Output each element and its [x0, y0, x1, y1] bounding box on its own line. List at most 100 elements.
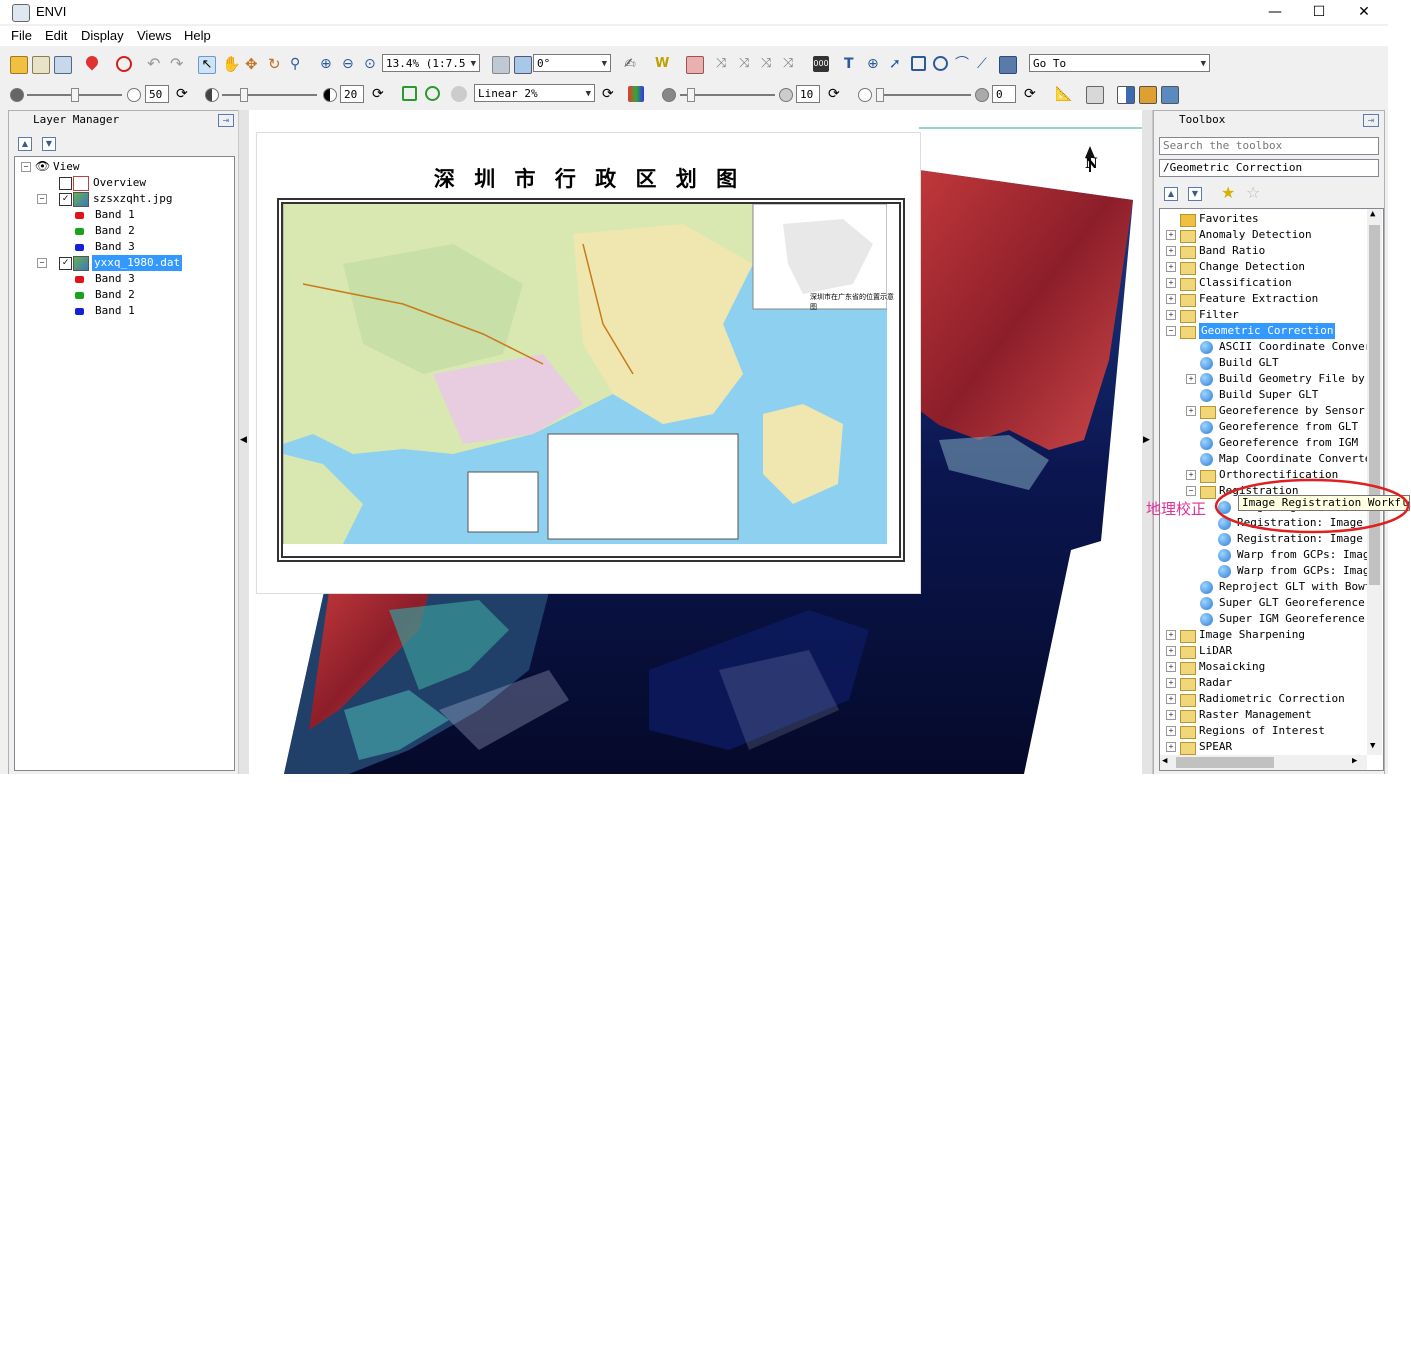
- sharpen-input[interactable]: 10: [796, 85, 820, 103]
- toolbox-item[interactable]: + SPEAR: [1160, 739, 1365, 755]
- flicker-icon[interactable]: ⤨: [739, 56, 755, 72]
- image-view[interactable]: N 深 圳 市 行 政 区 划 图 深圳市在广东省的位置示意图: [249, 110, 1142, 774]
- collapse-toggle[interactable]: −: [37, 258, 47, 268]
- redo-icon[interactable]: ↷: [170, 56, 186, 72]
- brightness-slider-handle[interactable]: [71, 88, 79, 102]
- toolbox-vertical-scrollbar[interactable]: ▲ ▼: [1367, 209, 1382, 755]
- toolbox-item[interactable]: + Georeference by Sensor: [1160, 403, 1365, 419]
- expand-toggle[interactable]: +: [1186, 470, 1196, 480]
- counter-icon[interactable]: 000: [813, 56, 829, 72]
- collapse-right-icon[interactable]: ▶: [1143, 435, 1150, 445]
- dock-panel-icon[interactable]: ⇥: [218, 114, 234, 127]
- minimize-button[interactable]: —: [1252, 0, 1298, 24]
- expand-toggle[interactable]: +: [1166, 694, 1176, 704]
- reset-brightness-icon[interactable]: ⟳: [176, 86, 192, 102]
- crosshair-icon[interactable]: [116, 56, 132, 72]
- expand-toggle[interactable]: +: [1166, 662, 1176, 672]
- pan-hand-icon[interactable]: ✋: [222, 56, 241, 72]
- close-button[interactable]: ✕: [1341, 0, 1387, 24]
- symbol-annotation-icon[interactable]: ⊕: [867, 56, 883, 72]
- collapse-toggle[interactable]: −: [1186, 486, 1196, 496]
- toolbox-item[interactable]: ASCII Coordinate Conver: [1160, 339, 1371, 355]
- swipe-icon[interactable]: ⤨: [716, 56, 732, 72]
- contrast-slider-track[interactable]: [222, 94, 317, 96]
- reset-transparency-icon[interactable]: ⟳: [1024, 86, 1040, 102]
- blend-icon[interactable]: ⤨: [761, 56, 777, 72]
- dock-panel-icon[interactable]: ⇥: [1363, 114, 1379, 127]
- polyline-annotation-icon[interactable]: ⟋: [977, 56, 993, 72]
- transparency-slider-track[interactable]: [876, 94, 971, 96]
- vertical-scroll-thumb[interactable]: [1369, 225, 1380, 585]
- zoom-out-icon[interactable]: ⊖: [342, 56, 358, 72]
- toolbox-horizontal-scrollbar[interactable]: ◀ ▶: [1160, 755, 1367, 770]
- right-panel-splitter[interactable]: ▶: [1142, 110, 1153, 774]
- collapse-all-icon[interactable]: ▲: [18, 137, 32, 151]
- one-view-icon[interactable]: [1117, 86, 1135, 104]
- select-cursor-icon[interactable]: ↖: [198, 56, 216, 74]
- expand-all-icon[interactable]: ▼: [1188, 187, 1202, 201]
- rotate-view-icon[interactable]: [514, 56, 532, 74]
- scroll-down-icon[interactable]: ▼: [1370, 741, 1375, 751]
- expand-toggle[interactable]: +: [1166, 246, 1176, 256]
- layer-visibility-checkbox[interactable]: ✓: [59, 257, 72, 270]
- data-manager-icon[interactable]: [32, 56, 50, 74]
- toolbox-path-field[interactable]: /Geometric Correction: [1159, 159, 1379, 177]
- toolbox-item[interactable]: + Feature Extraction: [1160, 291, 1365, 307]
- scroll-left-icon[interactable]: ◀: [1162, 756, 1167, 766]
- toolbox-item[interactable]: + Image Sharpening: [1160, 627, 1365, 643]
- toolbox-item[interactable]: Build GLT: [1160, 355, 1365, 371]
- toolbox-item[interactable]: Warp from GCPs: Imag: [1160, 563, 1369, 579]
- toolbox-item[interactable]: Build Super GLT: [1160, 387, 1365, 403]
- expand-toggle[interactable]: +: [1166, 726, 1176, 736]
- measure-icon[interactable]: 📐: [1055, 86, 1072, 102]
- toolbox-item[interactable]: Georeference from GLT: [1160, 419, 1365, 435]
- open-file-icon[interactable]: [10, 56, 28, 74]
- toolbox-item[interactable]: + LiDAR: [1160, 643, 1365, 659]
- expand-toggle[interactable]: +: [1186, 406, 1196, 416]
- expand-toggle[interactable]: +: [1166, 710, 1176, 720]
- stretch-full-icon[interactable]: [402, 86, 417, 101]
- toolbox-item[interactable]: + Anomaly Detection: [1160, 227, 1365, 243]
- undo-icon[interactable]: ↶: [147, 56, 163, 72]
- toolbox-item[interactable]: Map Coordinate Converte: [1160, 451, 1371, 467]
- collapse-all-icon[interactable]: ▲: [1164, 187, 1178, 201]
- expand-toggle[interactable]: +: [1186, 374, 1196, 384]
- toolbox-item[interactable]: Reproject GLT with Bowt: [1160, 579, 1371, 595]
- horizontal-scroll-thumb[interactable]: [1176, 757, 1274, 768]
- toolbox-item[interactable]: − Geometric Correction: [1160, 323, 1365, 339]
- layer-visibility-checkbox[interactable]: ✓: [59, 193, 72, 206]
- stretch-link-icon[interactable]: [451, 86, 467, 102]
- menu-display[interactable]: Display: [81, 28, 124, 43]
- brightness-input[interactable]: 50: [145, 85, 169, 103]
- collapse-toggle[interactable]: −: [37, 194, 47, 204]
- four-views-icon[interactable]: [1161, 86, 1179, 104]
- remove-favorite-star-icon[interactable]: ☆: [1246, 183, 1260, 202]
- transparency-slider-handle[interactable]: [876, 88, 884, 102]
- expand-toggle[interactable]: +: [1166, 278, 1176, 288]
- menu-views[interactable]: Views: [137, 28, 171, 43]
- expand-toggle[interactable]: +: [1166, 678, 1176, 688]
- roi-tool-icon[interactable]: [686, 56, 704, 74]
- stretch-view-icon[interactable]: [425, 86, 440, 101]
- toolbox-item[interactable]: Super IGM Georeference: [1160, 611, 1365, 627]
- two-views-icon[interactable]: [1139, 86, 1157, 104]
- polygon-annotation-icon[interactable]: ⌒: [955, 56, 971, 72]
- add-favorite-star-icon[interactable]: ★: [1221, 183, 1235, 202]
- rotate-north-icon[interactable]: [492, 56, 510, 74]
- toolbox-item[interactable]: + Build Geometry File by S: [1160, 371, 1378, 387]
- expand-all-icon[interactable]: ▼: [42, 137, 56, 151]
- toolbox-item[interactable]: Favorites: [1160, 211, 1365, 227]
- expand-toggle[interactable]: +: [1166, 630, 1176, 640]
- stretch-type-combo[interactable]: Linear 2% ▼: [474, 84, 595, 102]
- contrast-slider-handle[interactable]: [240, 88, 248, 102]
- zoom-full-icon[interactable]: ⊙: [364, 56, 380, 72]
- expand-toggle[interactable]: +: [1166, 310, 1176, 320]
- fly-icon[interactable]: ✥: [245, 56, 261, 72]
- rotate-icon[interactable]: ↻: [268, 56, 284, 72]
- wave-icon[interactable]: W: [655, 56, 671, 72]
- expand-toggle[interactable]: +: [1166, 294, 1176, 304]
- toolbox-item[interactable]: + Filter: [1160, 307, 1365, 323]
- scroll-up-icon[interactable]: ▲: [1370, 209, 1375, 219]
- menu-edit[interactable]: Edit: [45, 28, 67, 43]
- menu-file[interactable]: File: [11, 28, 32, 43]
